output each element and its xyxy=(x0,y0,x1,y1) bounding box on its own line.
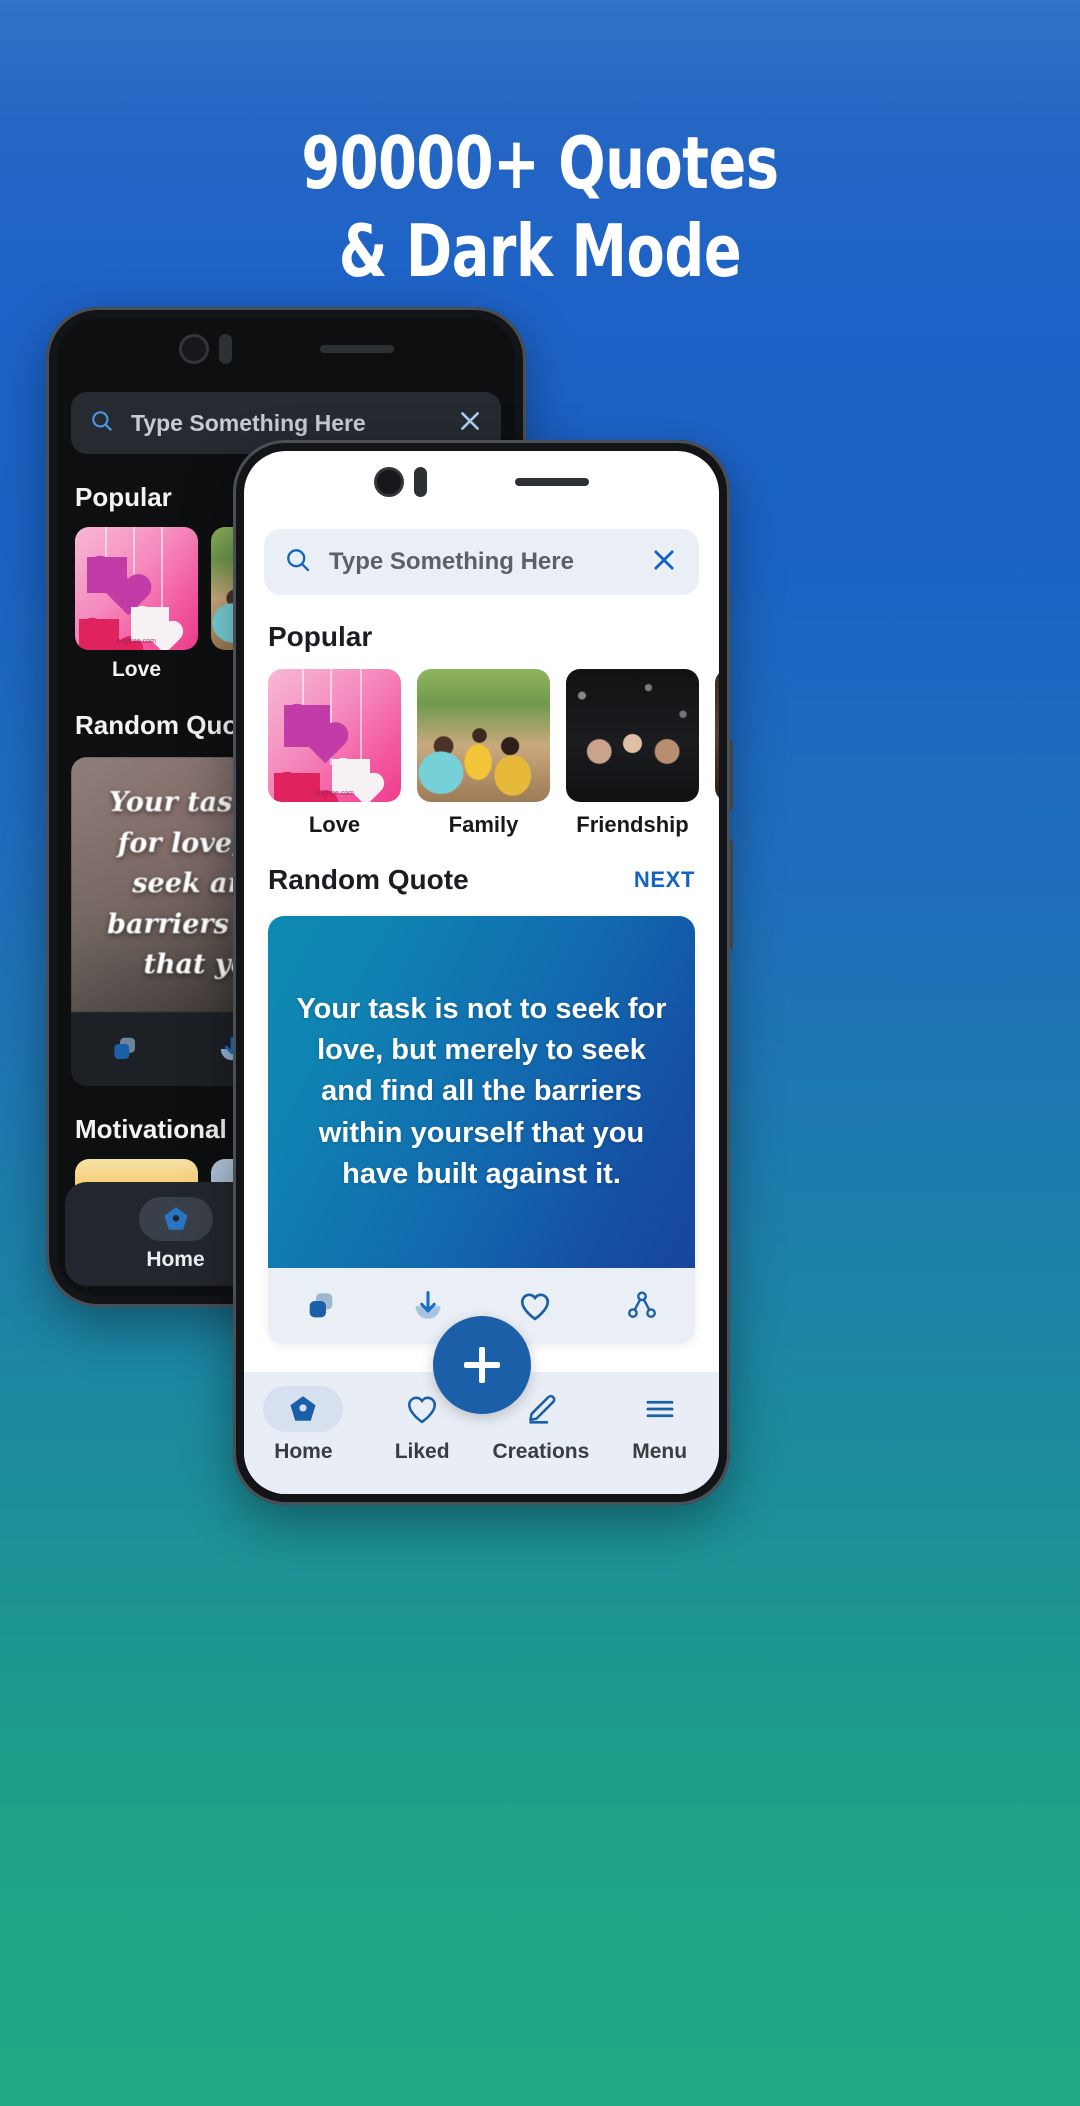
category-card-family[interactable]: Family xyxy=(417,669,550,838)
next-button[interactable]: NEXT xyxy=(634,867,695,893)
close-icon[interactable] xyxy=(649,545,679,580)
nav-item-home[interactable]: Home xyxy=(244,1386,363,1464)
search-bar[interactable]: Type Something Here xyxy=(264,529,699,595)
front-app-screen: Type Something Here Popular pngtree.com … xyxy=(244,511,719,1494)
category-thumb-love-dark[interactable]: pngtree.com xyxy=(75,527,198,650)
search-icon xyxy=(284,546,312,579)
phone-notch-back xyxy=(57,318,515,380)
headline-line-2: & Dark Mode xyxy=(338,208,742,293)
section-title-popular: Popular xyxy=(268,621,373,652)
page-title: 90000+ Quotes & Dark Mode xyxy=(76,120,1005,296)
home-icon xyxy=(263,1386,344,1432)
search-input[interactable]: Type Something Here xyxy=(329,548,632,576)
headline-line-1: 90000+ Quotes xyxy=(301,121,779,205)
quote-body: Your task is not to seek for love, but m… xyxy=(268,916,695,1268)
category-label-friendship: Friendship xyxy=(576,812,689,837)
plus-icon xyxy=(462,1345,502,1385)
section-title-random-quote: Random Quote xyxy=(268,864,469,895)
power-button[interactable] xyxy=(729,840,733,950)
nav-label-menu: Menu xyxy=(632,1440,688,1463)
category-label-love-dark: Love xyxy=(111,658,161,681)
search-input-dark[interactable]: Type Something Here xyxy=(131,410,441,437)
copy-icon[interactable] xyxy=(268,1289,375,1323)
popular-row[interactable]: pngtree.com Love Family Friendship xyxy=(268,669,719,838)
category-card-love[interactable]: pngtree.com Love xyxy=(268,669,401,838)
add-creation-fab[interactable] xyxy=(432,1316,531,1414)
camera-icon xyxy=(178,334,209,364)
phone-notch-front xyxy=(244,451,719,513)
sensor-icon xyxy=(414,467,427,497)
category-thumb-friendship xyxy=(566,669,699,802)
quote-text: Your task is not to seek for love, but m… xyxy=(296,993,667,1190)
category-thumb-next xyxy=(715,669,719,802)
category-label-love: Love xyxy=(308,812,361,837)
copy-icon[interactable] xyxy=(71,1034,179,1064)
watermark: pngtree.com xyxy=(315,790,354,797)
category-thumb-family xyxy=(417,669,550,802)
hamburger-icon xyxy=(620,1386,700,1432)
close-icon[interactable] xyxy=(457,408,483,439)
speaker-bar xyxy=(319,345,394,353)
random-quote-header: Random Quote NEXT xyxy=(268,864,695,896)
sensor-icon xyxy=(218,334,232,364)
random-quote-card[interactable]: Your task is not to seek for love, but m… xyxy=(268,916,695,1344)
nav-label-liked: Liked xyxy=(394,1440,450,1463)
speaker-bar xyxy=(515,478,589,486)
watermark-dark: pngtree.com xyxy=(117,638,156,645)
search-icon xyxy=(89,408,115,439)
camera-icon xyxy=(374,467,404,497)
nav-label-home-dark: Home xyxy=(146,1247,205,1271)
category-thumb-love: pngtree.com xyxy=(268,669,401,802)
share-icon[interactable] xyxy=(588,1289,695,1323)
phone-front-screen-area: Type Something Here Popular pngtree.com … xyxy=(244,451,719,1494)
nav-label-home: Home xyxy=(274,1440,333,1463)
category-label-family: Family xyxy=(448,812,519,837)
volume-button[interactable] xyxy=(729,740,733,810)
nav-item-menu[interactable]: Menu xyxy=(600,1386,719,1464)
phone-mockup-front: Type Something Here Popular pngtree.com … xyxy=(233,440,733,1505)
nav-label-creations: Creations xyxy=(492,1440,590,1463)
category-card-friendship[interactable]: Friendship xyxy=(566,669,699,838)
category-card-next[interactable] xyxy=(715,669,719,838)
home-icon xyxy=(138,1196,213,1241)
